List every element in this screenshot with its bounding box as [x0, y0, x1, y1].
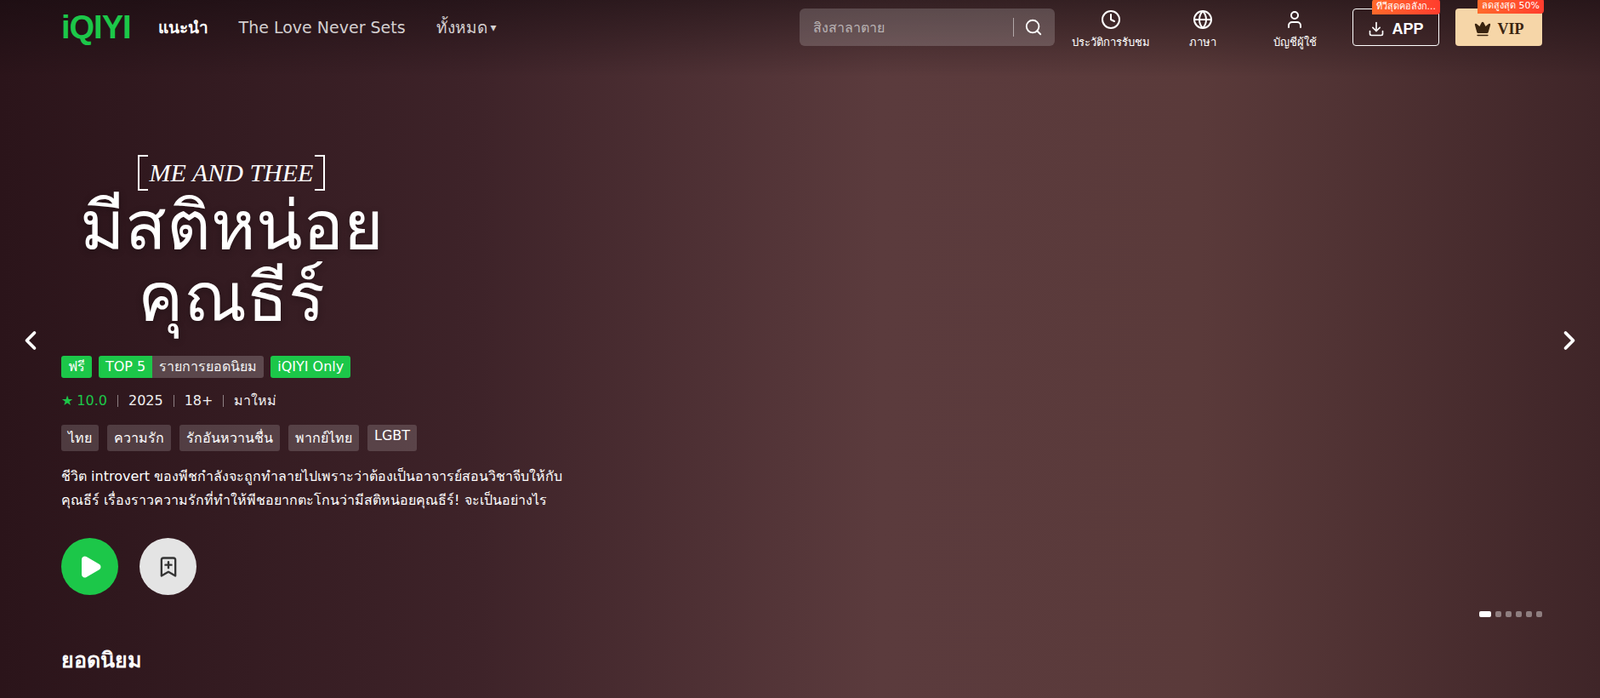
genre-row: ไทย ความรัก รักอันหวานชื่น พากย์ไทย LGBT [61, 424, 417, 451]
meta-item: 18+ [163, 392, 214, 409]
title-line: คุณธีร์ [137, 261, 325, 334]
account-icon [1284, 9, 1305, 30]
rank-badge: TOP 5รายการยอดนิยม [98, 355, 264, 378]
header-action[interactable]: บัญชีผู้ใช้ [1250, 4, 1339, 52]
header-action-label: ภาษา [1189, 33, 1217, 52]
language-icon [1192, 9, 1213, 30]
header-actions: ประวัติการรับชม ภาษา บัญชีผู้ใช้ [1066, 4, 1339, 52]
header-action-label: บัญชีผู้ใช้ [1273, 33, 1317, 52]
bookmark-plus-icon [156, 554, 181, 579]
search-icon[interactable] [1024, 17, 1043, 37]
genre-tag[interactable]: รักอันหวานชื่น [179, 424, 280, 451]
nav-item[interactable]: แนะนำ [158, 14, 209, 40]
vip-button[interactable]: ลดสูงสุด 50%VIP [1455, 8, 1543, 46]
title-line: มีสติหน่อย [79, 190, 384, 262]
prev-button[interactable] [11, 321, 50, 362]
next-button[interactable] [1550, 321, 1589, 362]
vip-badge: ลดสูงสุด 50% [1477, 0, 1544, 14]
search-input[interactable] [811, 18, 1003, 37]
title-block: ME AND THEEมีสติหน่อยคุณธีร์ [61, 154, 402, 334]
badge-row: ฟรี TOP 5รายการยอดนิยม iQIYI Only [61, 355, 351, 378]
description: ชีวิต introvert ของพีชกำลังจะถูกทำลายไปเ… [61, 464, 581, 513]
search-box [799, 8, 1055, 46]
crown-icon [1474, 20, 1492, 38]
slide-dot[interactable] [1525, 610, 1532, 617]
caret-icon: ▾ [490, 20, 497, 35]
meta-item: 2025 [107, 392, 164, 409]
genre-tag[interactable]: พากย์ไทย [288, 424, 359, 451]
genre-tag[interactable]: LGBT [367, 424, 417, 451]
rating: ★10.0 [61, 392, 108, 409]
slide-dots [1479, 610, 1543, 617]
history-icon [1100, 9, 1122, 30]
download-icon [1367, 20, 1385, 38]
slide-dot[interactable] [1536, 610, 1543, 617]
subtitle: ME AND THEE [137, 154, 326, 191]
chevron-left-icon [15, 324, 46, 356]
exclusive-badge: iQIYI Only [270, 355, 351, 378]
hero: ME AND THEEมีสติหน่อยคุณธีร์ฟรี TOP 5รายก… [0, 54, 1600, 698]
meta-row: ★10.0202518+มาใหม่ [61, 389, 277, 411]
genre-tag[interactable]: ความรัก [107, 424, 171, 451]
slide-dot[interactable] [1505, 610, 1512, 617]
free-badge: ฟรี [61, 355, 92, 378]
page: iQIYI แนะนำ The Love Never Sets ทั้งหมด▾ ประ… [0, 0, 1600, 698]
header-action-label: ประวัติการรับชม [1071, 33, 1151, 52]
app-button[interactable]: ทีวีสุดคอลังก...APP [1352, 8, 1440, 46]
nav-item[interactable]: The Love Never Sets [239, 17, 406, 37]
header-action[interactable]: ภาษา [1158, 4, 1247, 52]
top-bar: iQIYI แนะนำ The Love Never Sets ทั้งหมด▾ ประ… [0, 0, 1600, 55]
section-title: ยอดนิยม [61, 642, 142, 677]
hero-buttons [61, 537, 197, 595]
slide-dot[interactable] [1479, 610, 1492, 617]
app-badge: ทีวีสุดคอลังก... [1372, 0, 1441, 15]
search-divider [1013, 17, 1014, 37]
slide-dot[interactable] [1495, 610, 1502, 617]
nav: แนะนำ The Love Never Sets ทั้งหมด▾ [158, 14, 497, 40]
watchlist-button[interactable] [139, 537, 197, 595]
chevron-right-icon [1554, 324, 1585, 356]
logo[interactable]: iQIYI [61, 9, 131, 46]
genre-tag[interactable]: ไทย [61, 424, 99, 451]
header-action[interactable]: ประวัติการรับชม [1066, 4, 1156, 52]
play-button[interactable] [61, 537, 119, 595]
slide-dot[interactable] [1515, 610, 1522, 617]
meta-item: มาใหม่ [212, 389, 277, 411]
play-icon [77, 553, 103, 580]
nav-item[interactable]: ทั้งหมด▾ [436, 14, 497, 40]
